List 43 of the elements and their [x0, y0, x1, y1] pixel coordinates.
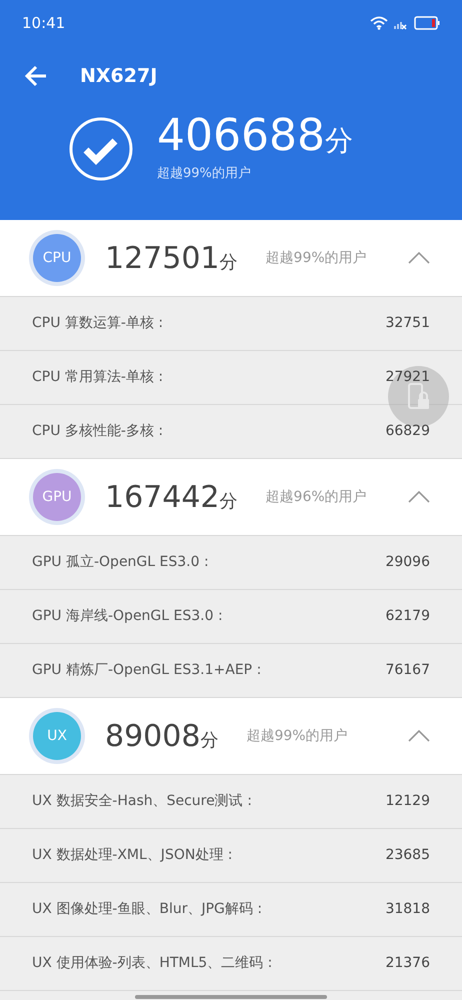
category-badge: GPU [33, 473, 81, 521]
test-score: 66829 [385, 422, 430, 441]
rank-text: 超越99%的用户 [157, 165, 252, 183]
test-label: UX 图像处理-鱼眼、Blur、JPG解码 : [32, 900, 262, 919]
section-rank: 超越99%的用户 [246, 726, 348, 746]
test-label: GPU 海岸线-OpenGL ES3.0 : [32, 607, 223, 626]
section-score: 89008分 [105, 718, 218, 756]
category-badge: UX [33, 712, 81, 760]
check-circle-icon [69, 116, 134, 181]
back-arrow-icon [24, 65, 48, 87]
test-score: 21376 [385, 954, 430, 973]
test-score: 31818 [385, 900, 430, 919]
section-header[interactable]: CPU 127501分 超越99%的用户 [0, 220, 462, 297]
test-score: 62179 [385, 607, 430, 626]
chevron-up-icon[interactable] [408, 730, 430, 742]
total-score: 406688分 [157, 114, 353, 158]
test-score: 32751 [385, 314, 430, 333]
chevron-up-icon[interactable] [408, 491, 430, 503]
status-time: 10:41 [22, 12, 66, 34]
section-score: 127501分 [105, 240, 238, 278]
test-label: GPU 孤立-OpenGL ES3.0 : [32, 553, 209, 572]
section-header[interactable]: GPU 167442分 超越96%的用户 [0, 459, 462, 536]
test-score: 12129 [385, 792, 430, 811]
section-rank: 超越96%的用户 [266, 488, 367, 506]
section-score: 167442分 [105, 478, 238, 516]
battery-icon [414, 16, 440, 30]
test-label: CPU 算数运算-单核 : [32, 314, 164, 333]
test-score: 76167 [385, 661, 430, 680]
test-label: CPU 多核性能-多核 : [32, 422, 164, 441]
test-label: GPU 精炼厂-OpenGL ES3.1+AEP : [32, 661, 262, 680]
test-score: 23685 [385, 846, 430, 865]
section-rank: 超越99%的用户 [266, 248, 367, 268]
test-score: 27921 [385, 368, 430, 387]
test-label: CPU 常用算法-单核 : [32, 368, 164, 387]
chevron-up-icon[interactable] [408, 252, 430, 264]
test-score: 29096 [385, 553, 430, 572]
device-title: NX627J [80, 64, 158, 89]
test-label: UX 数据安全-Hash、Secure测试 : [32, 792, 252, 811]
test-label: UX 数据处理-XML、JSON处理 : [32, 846, 232, 865]
section-header[interactable]: UX 89008分 超越99%的用户 [0, 698, 462, 775]
test-label: UX 使用体验-列表、HTML5、二维码 : [32, 954, 272, 973]
category-badge: CPU [33, 234, 81, 282]
wifi-icon [370, 16, 388, 30]
